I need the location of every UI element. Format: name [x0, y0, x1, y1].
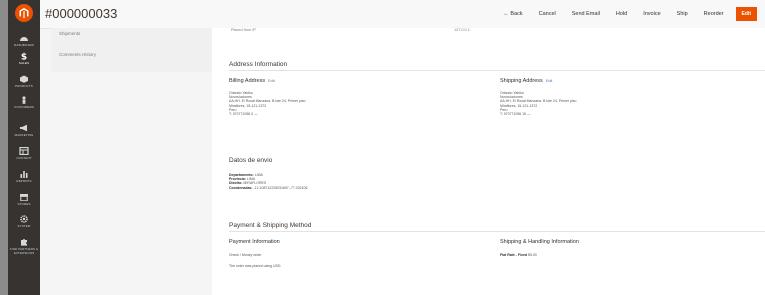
datos-envio-block: Departamento: LIMA Provincia: LIMA Distr…: [229, 173, 307, 190]
admin-sidebar: Dashboard $ Sales Products Customers Mar…: [8, 0, 40, 295]
tab-shipments[interactable]: Shipments: [59, 31, 80, 36]
order-content: Placed from IP 127.0.0.1 Address Informa…: [212, 28, 765, 295]
billing-address-label: Billing Address: [229, 78, 266, 84]
nav-item-dashboard[interactable]: Dashboard: [8, 34, 40, 47]
nav-item-reports[interactable]: Reports: [8, 170, 40, 183]
payment-shipping-title: Payment & Shipping Method: [229, 222, 312, 229]
cube-icon: [20, 75, 28, 83]
shipping-address-title: Shipping Address Edit: [500, 78, 552, 84]
nav-label-marketing: Marketing: [14, 133, 34, 137]
ship-button[interactable]: Ship: [669, 7, 696, 21]
billing-address-title: Billing Address Edit: [229, 78, 275, 84]
nav-item-system[interactable]: System: [8, 215, 40, 228]
billing-edit-link[interactable]: Edit: [268, 79, 275, 83]
shipping-edit-link[interactable]: Edit: [546, 79, 553, 83]
section-divider: [229, 70, 765, 71]
shipping-rate-label: Flat Rate - Fixed: [500, 253, 528, 257]
gear-icon: [20, 215, 28, 223]
nav-item-products[interactable]: Products: [8, 75, 40, 88]
magento-logo-icon: [19, 8, 29, 19]
send-email-button[interactable]: Send Email: [564, 7, 608, 21]
invoice-button[interactable]: Invoice: [635, 7, 668, 21]
datos-label: Coordenadas:: [229, 185, 253, 190]
nav-label-find-partners: Find Partners & Extensions: [9, 247, 39, 255]
bar-chart-icon: [20, 171, 28, 178]
cancel-button[interactable]: Cancel: [531, 7, 564, 21]
shipping-address-block: Orlando Yabiku Novosluciones AA.HH. El R…: [500, 91, 576, 116]
payment-currency-note: The order was placed using USD.: [229, 264, 282, 268]
placed-from-ip-value: 127.0.0.1: [454, 28, 470, 32]
dollar-icon: $: [21, 53, 27, 61]
nav-item-customers[interactable]: Customers: [8, 96, 40, 109]
nav-label-sales: Sales: [18, 61, 30, 65]
nav-item-sales[interactable]: $ Sales: [8, 52, 40, 66]
shipping-handling-title: Shipping & Handling Information: [500, 239, 579, 245]
billing-address-block: Orlando Yabiku Novosluciones AA.HH. El R…: [229, 91, 305, 116]
shipping-line: AA.HH. El Rosal Manzana. B lote 24, Prim…: [500, 99, 577, 104]
left-edge-strip: [0, 0, 8, 295]
nav-label-system: System: [17, 224, 31, 228]
nav-label-products: Products: [15, 84, 33, 88]
address-information-title: Address Information: [229, 61, 288, 68]
payment-method: Check / Money order: [229, 253, 262, 257]
speedometer-icon: [20, 37, 28, 41]
nav-label-customers: Customers: [13, 105, 34, 109]
nav-label-stores: Stores: [17, 202, 31, 206]
reorder-button[interactable]: Reorder: [696, 7, 732, 21]
payment-information-title: Payment Information: [229, 239, 280, 245]
svg-text:$: $: [21, 53, 27, 61]
store-icon: [20, 194, 28, 201]
shipping-rate: Flat Rate - Fixed $5.00: [500, 253, 537, 257]
nav-label-reports: Reports: [16, 179, 32, 183]
billing-line: AA.HH. El Rosal Manzana. B lote 24, Prim…: [229, 99, 306, 104]
billing-line: T: 970771056 0 —: [229, 112, 258, 117]
datos-value: -12.108712225031697,-77.032106: [253, 185, 308, 190]
puzzle-icon: [21, 239, 27, 246]
back-button[interactable]: ← Back: [495, 7, 530, 21]
shipping-address-label: Shipping Address: [500, 78, 543, 84]
nav-item-stores[interactable]: Stores: [8, 193, 40, 206]
edit-button[interactable]: Edit: [735, 7, 757, 21]
order-view-tabs: Shipments Comments History: [51, 28, 212, 72]
page-actions: ← Back Cancel Send Email Hold Invoice Sh…: [495, 7, 757, 21]
hold-button[interactable]: Hold: [608, 7, 635, 21]
datos-value: LIMA: [254, 173, 263, 177]
layout-icon: [19, 147, 29, 155]
page-header: #000000033 ← Back Cancel Send Email Hold…: [40, 0, 765, 29]
nav-item-find-partners[interactable]: Find Partners & Extensions: [8, 238, 40, 255]
page-title: #000000033: [45, 6, 118, 21]
megaphone-icon: [20, 124, 27, 132]
datos-envio-title: Datos de envio: [229, 157, 273, 164]
placed-from-ip-label: Placed from IP: [231, 28, 256, 32]
magento-logo[interactable]: [15, 4, 33, 22]
datos-row-coordenadas: Coordenadas: -12.108712225031697,-77.032…: [229, 186, 307, 190]
nav-item-content[interactable]: Content: [8, 147, 40, 160]
tab-comments-history[interactable]: Comments History: [59, 52, 96, 57]
nav-label-content: Content: [16, 156, 32, 160]
person-icon: [22, 96, 26, 104]
section-divider: [229, 231, 765, 232]
nav-item-marketing[interactable]: Marketing: [8, 124, 40, 137]
shipping-line: T: 970771056 15 —: [500, 112, 531, 117]
nav-label-dashboard: Dashboard: [14, 43, 34, 47]
shipping-rate-value: $5.00: [528, 253, 537, 257]
